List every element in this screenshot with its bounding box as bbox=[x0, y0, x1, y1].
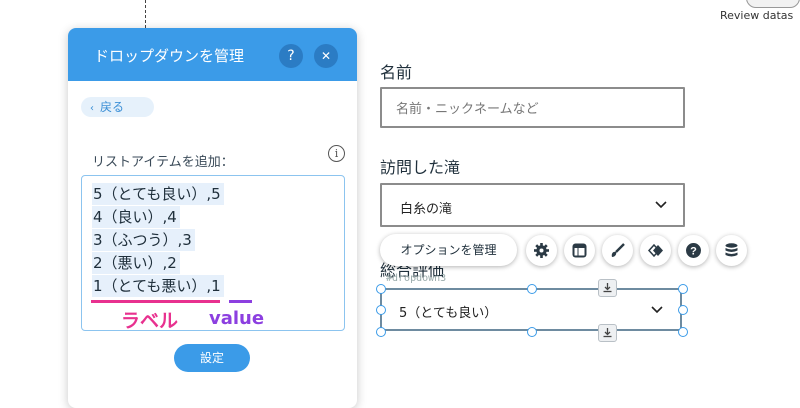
help-icon[interactable]: ? bbox=[279, 44, 303, 68]
list-item-line: 2（悪い）,2 bbox=[92, 252, 180, 274]
info-icon[interactable]: i bbox=[328, 145, 345, 162]
panel-header: ドロップダウンを管理 ? ✕ bbox=[68, 28, 357, 81]
animation-icon[interactable] bbox=[640, 235, 671, 266]
resize-handle[interactable] bbox=[527, 284, 537, 294]
database-icon[interactable] bbox=[716, 235, 747, 266]
manage-dropdown-panel: ドロップダウンを管理 ? ✕ ‹ 戻る リストアイテムを追加： i 5（とても良い… bbox=[68, 28, 357, 408]
label-underline bbox=[91, 300, 220, 303]
resize-handle[interactable] bbox=[376, 305, 386, 315]
review-dataset-label: Review datas bbox=[720, 9, 794, 22]
value-annotation: value bbox=[209, 308, 265, 329]
chevron-left-icon: ‹ bbox=[90, 103, 94, 114]
svg-text:?: ? bbox=[690, 246, 697, 258]
rating-dropdown[interactable]: 5（とても良い） bbox=[380, 288, 682, 331]
list-item-line: 4（良い）,4 bbox=[92, 206, 180, 228]
list-item-line: 3（ふつう）,3 bbox=[92, 229, 195, 251]
brush-icon[interactable] bbox=[602, 235, 633, 266]
download-icon[interactable] bbox=[598, 279, 617, 297]
name-field-label: 名前 bbox=[380, 63, 413, 82]
list-item-line: 5（とても良い）,5 bbox=[92, 183, 224, 205]
resize-handle[interactable] bbox=[376, 327, 386, 337]
gear-icon[interactable] bbox=[526, 235, 557, 266]
waterfall-select-value: 白糸の滝 bbox=[400, 202, 453, 217]
component-id-label: #dropdown3 bbox=[386, 273, 447, 284]
waterfall-field-label: 訪問した滝 bbox=[380, 158, 461, 177]
manage-options-button[interactable]: オプションを管理 bbox=[380, 234, 517, 266]
waterfall-select[interactable]: 白糸の滝 bbox=[380, 183, 685, 227]
name-input-placeholder: 名前・ニックネームなど bbox=[396, 102, 539, 117]
panel-title: ドロップダウンを管理 bbox=[94, 47, 245, 65]
label-annotation: ラベル bbox=[121, 310, 179, 332]
chevron-down-icon bbox=[655, 201, 667, 209]
download-icon[interactable] bbox=[598, 324, 617, 342]
layout-icon[interactable] bbox=[564, 235, 595, 266]
list-item-line: 1（とても悪い）,1 bbox=[92, 275, 224, 297]
resize-handle[interactable] bbox=[376, 284, 386, 294]
review-dataset-button[interactable] bbox=[746, 0, 800, 8]
set-button[interactable]: 設定 bbox=[174, 344, 250, 372]
list-items-textarea[interactable]: 5（とても良い）,5 4（良い）,4 3（ふつう）,3 2（悪い）,2 1（とて… bbox=[81, 175, 345, 332]
name-input[interactable]: 名前・ニックネームなど bbox=[380, 87, 685, 128]
list-items-label: リストアイテムを追加： bbox=[92, 155, 234, 170]
help-icon[interactable]: ? bbox=[678, 235, 709, 266]
back-button[interactable]: ‹ 戻る bbox=[81, 97, 154, 117]
value-underline bbox=[229, 300, 252, 303]
resize-handle[interactable] bbox=[678, 327, 688, 337]
rating-dropdown-value: 5（とても良い） bbox=[399, 306, 498, 321]
resize-handle[interactable] bbox=[678, 284, 688, 294]
close-icon[interactable]: ✕ bbox=[314, 44, 338, 68]
resize-handle[interactable] bbox=[678, 305, 688, 315]
resize-handle[interactable] bbox=[527, 327, 537, 337]
chevron-down-icon bbox=[651, 306, 663, 314]
back-label: 戻る bbox=[100, 100, 125, 114]
dashed-guide-line bbox=[145, 0, 146, 28]
